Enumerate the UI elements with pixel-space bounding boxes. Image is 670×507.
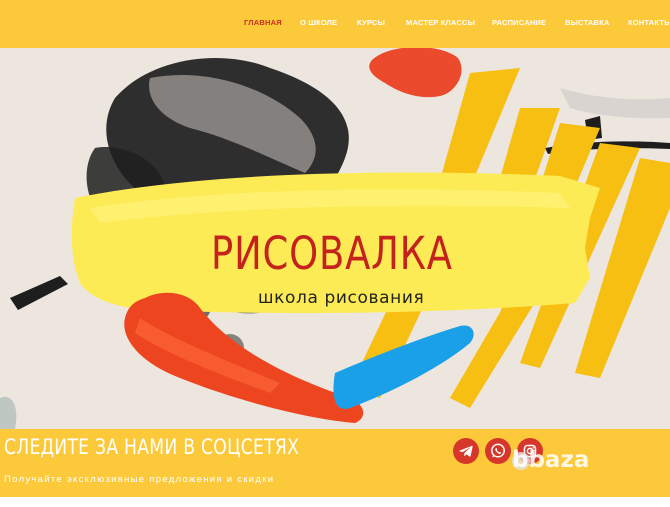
nav-item-contacts[interactable]: КОНТАКТЫ [628,18,670,27]
social-subheading: Получайте эксклюзивные предложения и ски… [4,474,275,485]
whatsapp-icon [491,443,505,458]
nav-item-exhibition[interactable]: ВЫСТАВКА [565,18,610,27]
social-heading: СЛЕДИТЕ ЗА НАМИ В СОЦСЕТЯХ [4,435,300,459]
nav-item-home[interactable]: ГЛАВНАЯ [244,18,282,27]
nav-item-courses[interactable]: КУРСЫ [357,18,385,27]
nav-item-about[interactable]: О ШКОЛЕ [300,18,337,27]
hero-title: РИСОВАЛКА [211,227,453,280]
whatsapp-button[interactable] [485,438,511,464]
watermark: bbaza [512,447,590,473]
telegram-icon [459,445,473,457]
nav-item-masterclasses[interactable]: МАСТЕР КЛАССЫ [406,18,475,27]
telegram-button[interactable] [453,438,479,464]
hero-banner: РИСОВАЛКА школа рисования [0,48,670,429]
hero-subtitle: школа рисования [258,288,425,308]
main-nav: ГЛАВНАЯ О ШКОЛЕ КУРСЫ МАСТЕР КЛАССЫ РАСП… [0,0,670,48]
nav-item-schedule[interactable]: РАСПИСАНИЕ [492,18,546,27]
